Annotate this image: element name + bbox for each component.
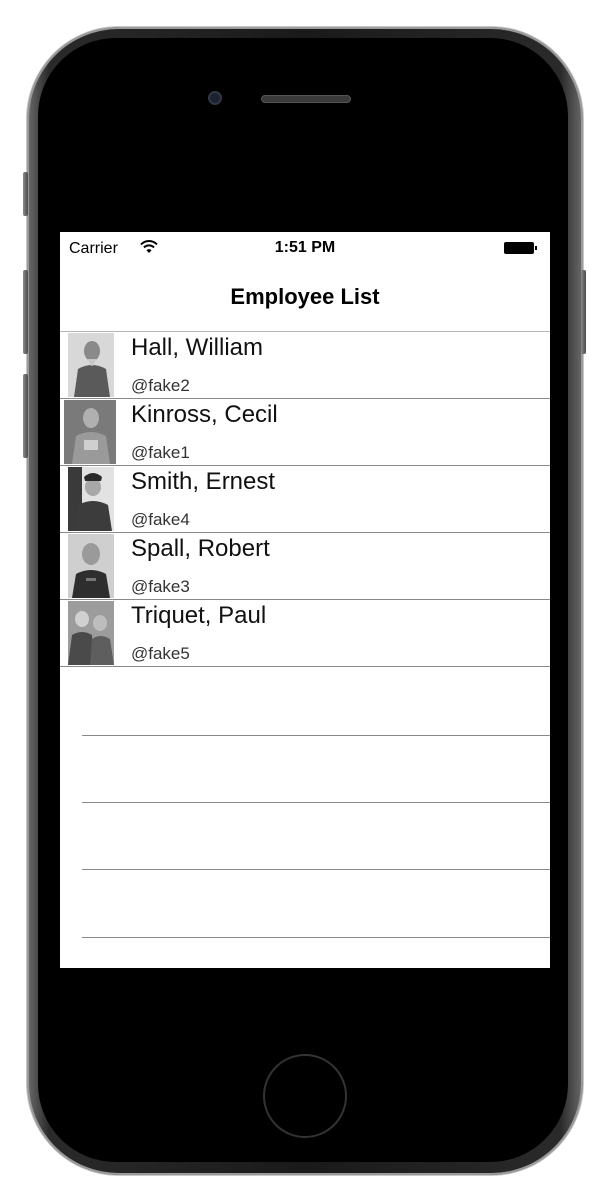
empty-row-separator [82, 937, 550, 938]
avatar [68, 467, 114, 531]
employee-handle: @fake1 [131, 443, 190, 462]
employee-handle: @fake2 [131, 376, 190, 395]
volume-up-button [23, 270, 28, 354]
status-bar: Carrier 1:51 PM [60, 232, 550, 264]
app-screen: Carrier 1:51 PM Employee List Hall, Will… [60, 232, 550, 968]
employee-name: Spall, Robert [131, 535, 270, 562]
avatar [64, 400, 116, 464]
empty-row-separator [82, 869, 550, 870]
home-button[interactable] [263, 1054, 347, 1138]
table-row[interactable]: Triquet, Paul @fake5 [60, 600, 550, 667]
battery-icon [504, 242, 534, 254]
avatar [68, 333, 114, 397]
avatar [68, 534, 114, 598]
employee-name: Triquet, Paul [131, 602, 267, 629]
table-row[interactable]: Kinross, Cecil @fake1 [60, 399, 550, 466]
employee-handle: @fake4 [131, 510, 190, 529]
battery-tip [535, 246, 537, 250]
employee-name: Kinross, Cecil [131, 401, 278, 428]
page-title: Employee List [230, 284, 380, 309]
employee-name: Smith, Ernest [131, 468, 276, 495]
table-row[interactable]: Spall, Robert @fake3 [60, 533, 550, 600]
front-camera [208, 91, 222, 105]
empty-row-separator [82, 802, 550, 803]
table-row[interactable]: Hall, William @fake2 [60, 332, 550, 399]
earpiece-speaker [261, 95, 351, 103]
table-row[interactable]: Smith, Ernest @fake4 [60, 466, 550, 533]
volume-down-button [23, 374, 28, 458]
empty-row-separator [82, 735, 550, 736]
avatar [68, 601, 114, 665]
mute-switch [23, 172, 28, 216]
employee-handle: @fake5 [131, 644, 190, 663]
employee-table: Hall, William @fake2 Kinross, Cecil @fak… [60, 332, 550, 667]
power-button [581, 270, 586, 354]
employee-handle: @fake3 [131, 577, 190, 596]
status-time: 1:51 PM [274, 239, 336, 256]
employee-name: Hall, William [131, 334, 263, 361]
